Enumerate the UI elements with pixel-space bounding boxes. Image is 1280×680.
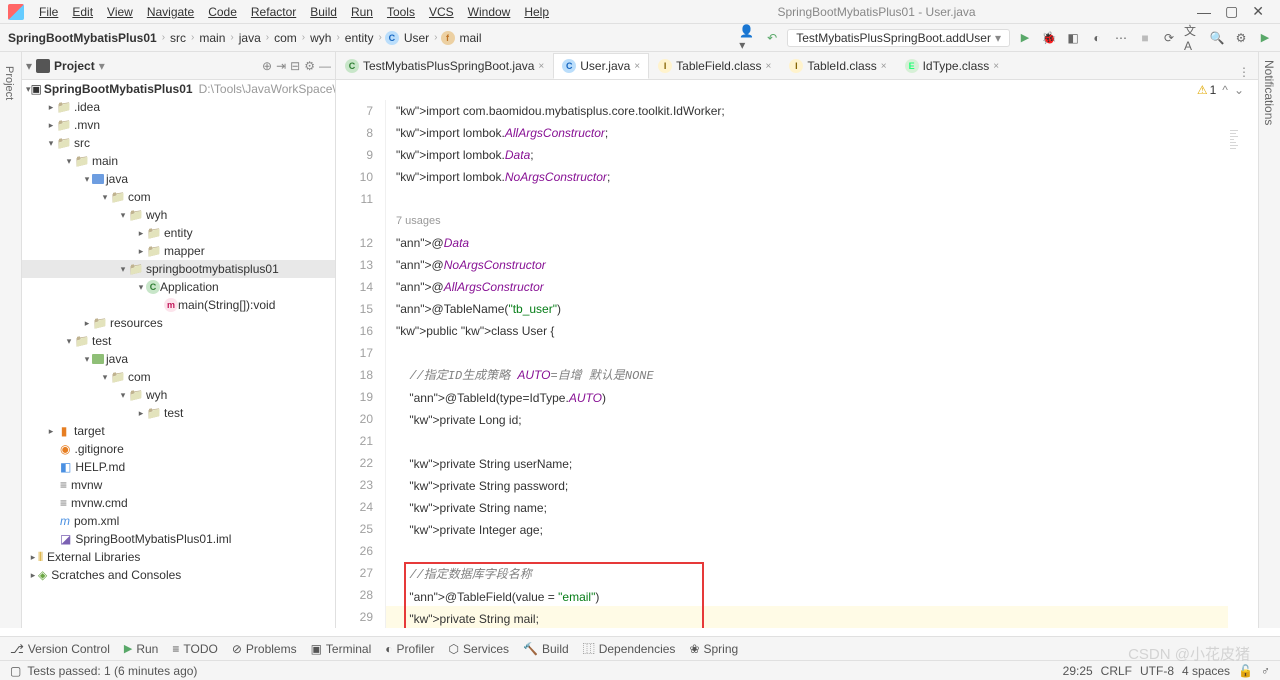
- chevron-down-icon[interactable]: ⌄: [1234, 83, 1244, 97]
- coverage-button[interactable]: ◧: [1064, 29, 1082, 47]
- bt-version-control[interactable]: ⎇ Version Control: [10, 642, 110, 656]
- bt-spring[interactable]: ❀ Spring: [689, 642, 738, 656]
- tab-project[interactable]: Project: [0, 60, 18, 628]
- minimap[interactable]: ▬▬▬▬▬▬▬▬▬▬▬▬▬▬▬▬▬▬▬▬▬▬▬: [1228, 100, 1258, 628]
- close-icon[interactable]: ✕: [1252, 3, 1264, 20]
- select-opened-icon[interactable]: ⊕: [262, 59, 272, 73]
- maximize-icon[interactable]: ▢: [1225, 3, 1238, 20]
- stop-button[interactable]: ■: [1136, 29, 1154, 47]
- breadcrumb-item[interactable]: com: [272, 30, 299, 46]
- window-controls: — ▢ ✕: [1197, 3, 1264, 20]
- class-icon: C: [385, 31, 399, 45]
- tab-item[interactable]: CTestMybatisPlusSpringBoot.java×: [336, 53, 553, 79]
- status-enc[interactable]: UTF-8: [1140, 664, 1174, 678]
- run-button[interactable]: ▶: [1016, 29, 1034, 47]
- warning-badge[interactable]: ⚠1: [1197, 83, 1216, 97]
- project-view-icon: [36, 59, 50, 73]
- menu-help[interactable]: Help: [517, 5, 556, 19]
- chevron-down-icon[interactable]: ▾: [26, 59, 32, 73]
- status-message: Tests passed: 1 (6 minutes ago): [27, 664, 197, 678]
- breadcrumb-root[interactable]: SpringBootMybatisPlus01: [6, 30, 159, 46]
- menu-code[interactable]: Code: [201, 5, 244, 19]
- bt-build[interactable]: 🔨 Build: [523, 642, 569, 656]
- collapse-icon[interactable]: ⊟: [290, 59, 300, 73]
- menu-edit[interactable]: Edit: [65, 5, 100, 19]
- menu-navigate[interactable]: Navigate: [140, 5, 201, 19]
- bt-run[interactable]: ▶ Run: [124, 642, 158, 656]
- debug-button[interactable]: 🐞: [1040, 29, 1058, 47]
- menu-vcs[interactable]: VCS: [422, 5, 461, 19]
- search-icon[interactable]: 🔍: [1208, 29, 1226, 47]
- aix-icon[interactable]: ▶: [1256, 29, 1274, 47]
- breadcrumb-field[interactable]: mail: [458, 30, 484, 46]
- settings-icon[interactable]: ⚙: [304, 59, 315, 73]
- translate-icon[interactable]: 文A: [1184, 29, 1202, 47]
- breadcrumb-class[interactable]: User: [402, 30, 431, 46]
- breadcrumb-item[interactable]: wyh: [308, 30, 333, 46]
- tip-icon[interactable]: ♂: [1261, 664, 1270, 678]
- tab-item-active[interactable]: CUser.java×: [553, 53, 649, 79]
- more-run-icon[interactable]: ⋯: [1112, 29, 1130, 47]
- tab-item[interactable]: ITableId.class×: [780, 53, 895, 79]
- bt-terminal[interactable]: ▣ Terminal: [311, 642, 372, 656]
- menu-view[interactable]: View: [100, 5, 140, 19]
- status-indent[interactable]: 4 spaces: [1182, 664, 1230, 678]
- tab-item[interactable]: ITableField.class×: [649, 53, 780, 79]
- project-label: Project: [54, 59, 95, 73]
- code-editor[interactable]: 7891011 12131415161718192021222324252627…: [336, 100, 1258, 628]
- right-tool-strip: Notifications aiXcoder Json Parser Fast …: [1258, 52, 1280, 628]
- breadcrumb-item[interactable]: src: [168, 30, 188, 46]
- lock-icon[interactable]: 🔓: [1238, 664, 1253, 678]
- menu-run[interactable]: Run: [344, 5, 380, 19]
- breadcrumb-item[interactable]: main: [197, 30, 227, 46]
- breadcrumb-item[interactable]: java: [237, 30, 263, 46]
- status-indicator-icon[interactable]: ▢: [10, 664, 21, 678]
- bt-profiler[interactable]: ◐ Profiler: [385, 642, 434, 656]
- left-tool-strip: Project Structure Bookmarks: [0, 52, 22, 628]
- chevron-up-icon[interactable]: ^: [1222, 83, 1228, 97]
- navigation-bar: SpringBootMybatisPlus01 ›src ›main ›java…: [0, 24, 1280, 52]
- app-logo: [8, 4, 24, 20]
- back-icon[interactable]: ↶: [763, 29, 781, 47]
- expand-icon[interactable]: ⇥: [276, 59, 286, 73]
- profile-button[interactable]: ◐: [1088, 29, 1106, 47]
- status-pos[interactable]: 29:25: [1063, 664, 1093, 678]
- project-panel: ▾ Project ▾ ⊕ ⇥ ⊟ ⚙ — ▣SpringBootMybatis…: [22, 52, 336, 628]
- bottom-tool-bar: ⎇ Version Control ▶ Run ≡ TODO ⊘ Problem…: [0, 636, 1280, 660]
- run-config-selector[interactable]: TestMybatisPlusSpringBoot.addUser ▾: [787, 29, 1010, 47]
- window-title: SpringBootMybatisPlus01 - User.java: [556, 5, 1197, 19]
- menu-tools[interactable]: Tools: [380, 5, 422, 19]
- tab-item[interactable]: EIdType.class×: [896, 53, 1009, 79]
- user-icon[interactable]: 👤▾: [739, 29, 757, 47]
- bt-deps[interactable]: ⿲ Dependencies: [583, 640, 676, 657]
- main-menu-bar: File Edit View Navigate Code Refactor Bu…: [0, 0, 1280, 24]
- bt-todo[interactable]: ≡ TODO: [172, 642, 217, 656]
- method-icon: m: [164, 298, 178, 312]
- bt-problems[interactable]: ⊘ Problems: [232, 642, 297, 656]
- menu-window[interactable]: Window: [461, 5, 518, 19]
- class-icon: C: [146, 280, 160, 294]
- breadcrumb-item[interactable]: entity: [343, 30, 376, 46]
- status-bar: ▢ Tests passed: 1 (6 minutes ago) 29:25 …: [0, 660, 1280, 680]
- git-update-icon[interactable]: ⟳: [1160, 29, 1178, 47]
- status-crlf[interactable]: CRLF: [1101, 664, 1132, 678]
- menu-refactor[interactable]: Refactor: [244, 5, 303, 19]
- hide-icon[interactable]: —: [319, 59, 331, 73]
- menu-file[interactable]: File: [32, 5, 65, 19]
- field-icon: f: [441, 31, 455, 45]
- minimize-icon[interactable]: —: [1197, 4, 1211, 20]
- menu-build[interactable]: Build: [303, 5, 344, 19]
- bt-services[interactable]: ⬡ Services: [449, 642, 510, 656]
- settings-icon[interactable]: ⚙: [1232, 29, 1250, 47]
- editor-tabs: CTestMybatisPlusSpringBoot.java× CUser.j…: [336, 52, 1258, 80]
- project-tree[interactable]: ▣SpringBootMybatisPlus01D:\Tools\JavaWor…: [22, 80, 335, 628]
- tab-notifications[interactable]: Notifications: [1259, 56, 1279, 628]
- breadcrumb: SpringBootMybatisPlus01 ›src ›main ›java…: [6, 30, 739, 46]
- tab-overflow-icon[interactable]: ⋮: [1230, 65, 1258, 79]
